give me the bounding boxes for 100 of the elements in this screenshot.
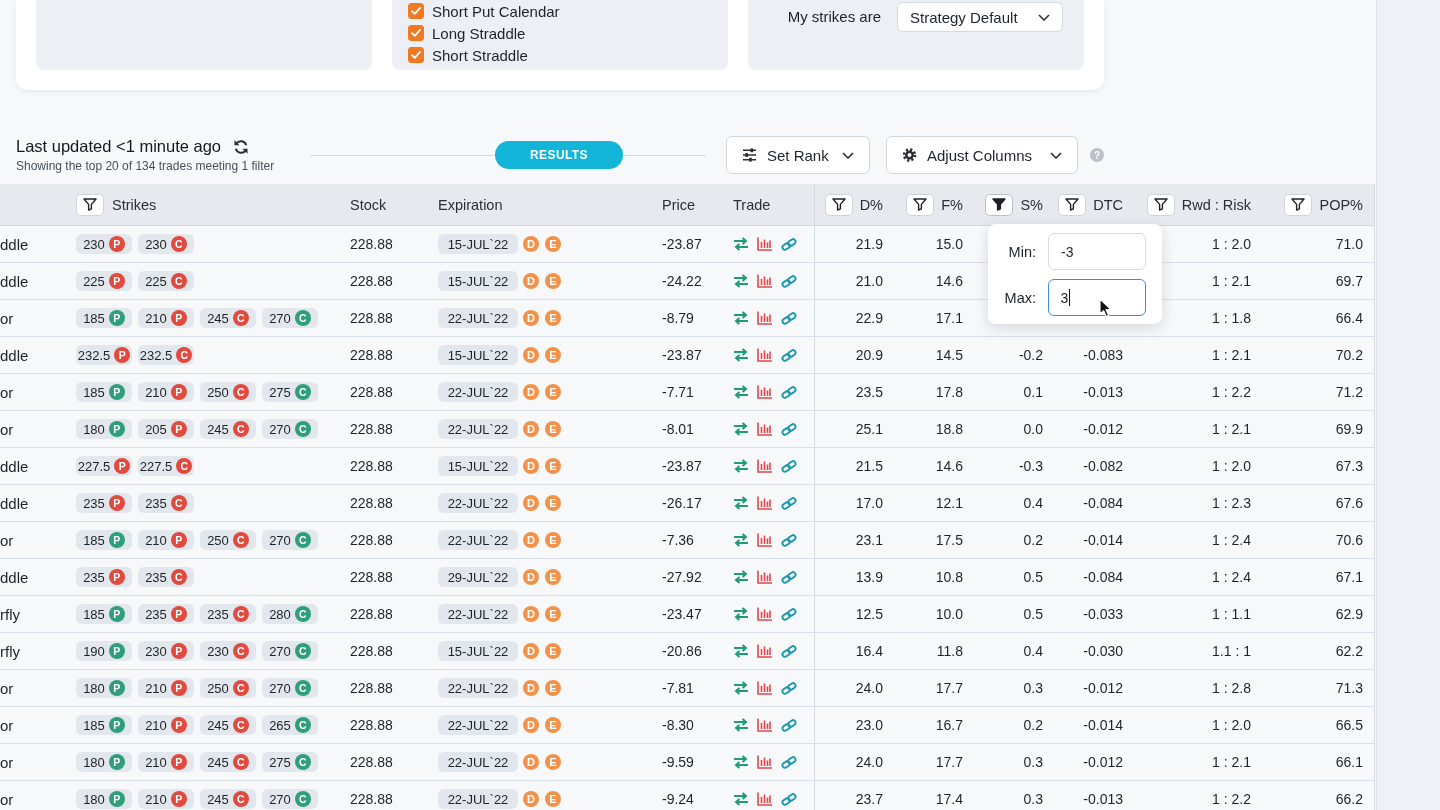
filter-button[interactable]	[824, 193, 853, 216]
table-cell: 71.2	[1335, 384, 1363, 400]
strikes-dropdown[interactable]: Strategy Default	[897, 2, 1063, 32]
strike-value: 180	[83, 791, 105, 807]
link-icon[interactable]	[780, 273, 798, 289]
swap-arrows-icon[interactable]	[733, 644, 749, 658]
swap-arrows-icon[interactable]	[733, 496, 749, 510]
table-cell: 66.2	[1335, 791, 1363, 807]
link-icon[interactable]	[780, 569, 798, 585]
swap-arrows-icon[interactable]	[733, 348, 749, 362]
swap-arrows-icon[interactable]	[733, 570, 749, 584]
table-cell: or	[0, 383, 14, 401]
bar-chart-icon[interactable]	[757, 422, 772, 436]
bar-chart-icon[interactable]	[757, 792, 772, 806]
table-cell: 228.88	[350, 532, 393, 548]
bar-chart-icon[interactable]	[757, 607, 772, 621]
bar-chart-icon[interactable]	[757, 237, 772, 251]
bar-chart-icon[interactable]	[757, 570, 772, 584]
swap-arrows-icon[interactable]	[733, 274, 749, 288]
link-icon[interactable]	[780, 680, 798, 696]
option-type-badge: P	[108, 421, 125, 437]
link-icon[interactable]	[780, 421, 798, 437]
link-icon[interactable]	[780, 532, 798, 548]
swap-arrows-icon[interactable]	[733, 533, 749, 547]
table-cell: 1 : 2.1	[1212, 754, 1251, 770]
swap-arrows-icon[interactable]	[733, 459, 749, 473]
filter-button[interactable]	[1284, 193, 1313, 216]
swap-arrows-icon[interactable]	[733, 792, 749, 806]
swap-arrows-icon[interactable]	[733, 718, 749, 732]
bar-chart-icon[interactable]	[757, 533, 772, 547]
letter-badge: E	[545, 754, 561, 770]
swap-arrows-icon[interactable]	[733, 311, 749, 325]
bar-chart-icon[interactable]	[757, 348, 772, 362]
swap-arrows-icon[interactable]	[733, 607, 749, 621]
filter-button[interactable]	[985, 193, 1014, 216]
table-cell: 17.0	[855, 495, 883, 511]
option-type-badge: P	[170, 791, 187, 807]
set-rank-button[interactable]: Set Rank	[726, 136, 870, 174]
input-field[interactable]: -3	[1048, 233, 1146, 270]
bar-chart-icon[interactable]	[757, 681, 772, 695]
filter-button[interactable]	[906, 193, 935, 216]
table-cell: 17.7	[935, 754, 963, 770]
filter-button[interactable]	[1058, 193, 1087, 216]
bar-chart-icon[interactable]	[757, 274, 772, 288]
bar-chart-icon[interactable]	[757, 311, 772, 325]
letter-badge: E	[545, 717, 561, 733]
table-cell: or	[0, 790, 14, 808]
bar-chart-icon[interactable]	[757, 718, 772, 732]
letter-badge: E	[545, 643, 561, 659]
table-cell: -7.71	[662, 384, 694, 400]
link-icon[interactable]	[780, 606, 798, 622]
link-icon[interactable]	[780, 310, 798, 326]
expiration-date: 22-JUL`22	[438, 715, 518, 735]
option-type-badge: C	[232, 754, 249, 770]
option-type-badge: C	[232, 532, 249, 548]
option-type-badge: P	[170, 532, 187, 548]
filter-button[interactable]	[1146, 193, 1175, 216]
link-icon[interactable]	[780, 791, 798, 807]
link-icon[interactable]	[780, 458, 798, 474]
bar-chart-icon[interactable]	[757, 755, 772, 769]
bar-chart-icon[interactable]	[757, 385, 772, 399]
swap-arrows-icon[interactable]	[733, 755, 749, 769]
link-icon[interactable]	[780, 495, 798, 511]
swap-arrows-icon[interactable]	[733, 422, 749, 436]
checkbox[interactable]	[408, 47, 424, 63]
option-type-badge: C	[170, 569, 187, 585]
checkmark-icon	[411, 7, 421, 15]
bar-chart-icon[interactable]	[757, 496, 772, 510]
option-type-badge: P	[108, 273, 125, 289]
table-cell: 0.3	[1023, 791, 1043, 807]
checkmark-icon	[411, 51, 421, 59]
link-icon[interactable]	[780, 236, 798, 252]
bar-chart-icon[interactable]	[757, 644, 772, 658]
strike-value: 185	[83, 717, 105, 733]
link-icon[interactable]	[780, 717, 798, 733]
table-cell: ddle	[0, 568, 29, 586]
option-type-badge: P	[114, 347, 131, 363]
mouse-pointer-icon	[1099, 298, 1112, 318]
table-cell: -9.24	[662, 791, 694, 807]
swap-arrows-icon[interactable]	[733, 385, 749, 399]
table-cell: -8.01	[662, 421, 694, 437]
refresh-icon[interactable]	[233, 138, 250, 155]
filter-button[interactable]	[76, 193, 104, 216]
link-icon[interactable]	[780, 384, 798, 400]
table-cell: 0.3	[1023, 754, 1043, 770]
option-type-badge: P	[108, 236, 125, 252]
option-type-badge: P	[170, 717, 187, 733]
swap-arrows-icon[interactable]	[733, 237, 749, 251]
swap-arrows-icon[interactable]	[733, 681, 749, 695]
option-label: Short Straddle	[432, 46, 528, 64]
letter-badge: E	[545, 569, 561, 585]
table-cell: 1 : 2.0	[1212, 458, 1251, 474]
letter-badge: D	[523, 606, 539, 622]
link-icon[interactable]	[780, 347, 798, 363]
checkbox[interactable]	[408, 25, 424, 41]
adjust-columns-button[interactable]: Adjust Columns	[886, 136, 1078, 174]
link-icon[interactable]	[780, 643, 798, 659]
checkbox[interactable]	[408, 3, 424, 19]
link-icon[interactable]	[780, 754, 798, 770]
bar-chart-icon[interactable]	[757, 459, 772, 473]
